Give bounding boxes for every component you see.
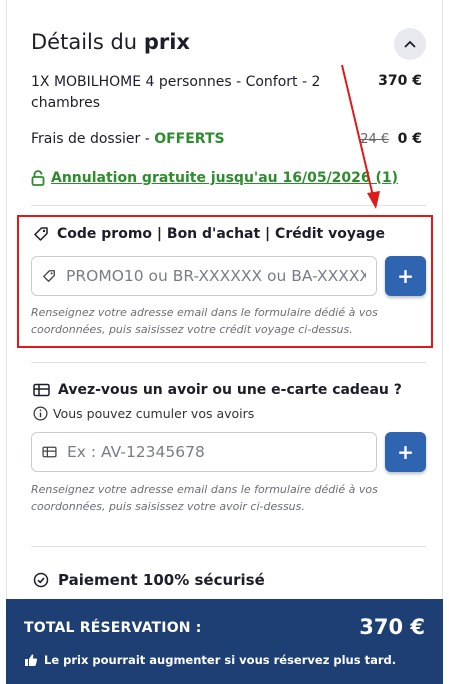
fees-offered: OFFERTS	[154, 131, 225, 147]
voucher-heading-text: Avez-vous un avoir ou une e-carte cadeau…	[58, 382, 402, 398]
chevron-up-icon	[404, 40, 416, 48]
secure-payment: Paiement 100% sécurisé	[33, 571, 265, 589]
fees-old-price: 24 €	[360, 132, 390, 147]
gift-card-icon	[42, 446, 57, 458]
cancellation-link[interactable]: Annulation gratuite jusqu'au 16/05/2026 …	[51, 170, 398, 186]
price-details-title: Détails du prix	[31, 30, 190, 54]
line-item-label: 1X MOBILHOME 4 personnes - Confort - 2 c…	[31, 74, 321, 111]
voucher-hint: Renseignez votre adresse email dans le f…	[31, 483, 378, 513]
line-item-price: 370 €	[378, 73, 422, 89]
voucher-info-text: Vous pouvez cumuler vos avoirs	[53, 406, 255, 421]
fees-price: 24 € 0 €	[360, 131, 422, 147]
collapse-button[interactable]	[394, 28, 426, 60]
promo-highlight-box	[17, 215, 433, 348]
lock-icon	[31, 170, 45, 186]
cancellation-row: Annulation gratuite jusqu'au 16/05/2026 …	[31, 170, 398, 186]
gift-card-icon	[33, 383, 50, 397]
secure-payment-text: Paiement 100% sécurisé	[58, 571, 265, 589]
fees-new-price: 0 €	[397, 131, 422, 147]
price-note: Le prix pourrait augmenter si vous réser…	[24, 653, 396, 667]
add-voucher-button[interactable]: +	[385, 432, 426, 472]
fees-label: Frais de dossier -	[31, 131, 155, 147]
total-value: 370 €	[359, 615, 425, 639]
title-prefix: Détails du	[31, 30, 138, 54]
divider	[31, 205, 426, 206]
price-note-text: Le prix pourrait augmenter si vous réser…	[44, 653, 397, 667]
total-label: TOTAL RÉSERVATION :	[24, 620, 202, 636]
divider	[31, 546, 426, 547]
voucher-input-wrapper	[31, 432, 377, 472]
divider	[31, 362, 426, 363]
info-icon	[33, 406, 48, 421]
voucher-heading: Avez-vous un avoir ou une e-carte cadeau…	[33, 382, 402, 398]
voucher-info: Vous pouvez cumuler vos avoirs	[33, 406, 254, 421]
thumbs-up-icon	[25, 654, 38, 666]
title-bold: prix	[143, 30, 190, 54]
total-footer: TOTAL RÉSERVATION : 370 € Le prix pourra…	[6, 599, 443, 684]
shield-check-icon	[33, 572, 49, 588]
voucher-code-input[interactable]	[67, 443, 367, 461]
fees-row: Frais de dossier - OFFERTS	[31, 131, 225, 147]
